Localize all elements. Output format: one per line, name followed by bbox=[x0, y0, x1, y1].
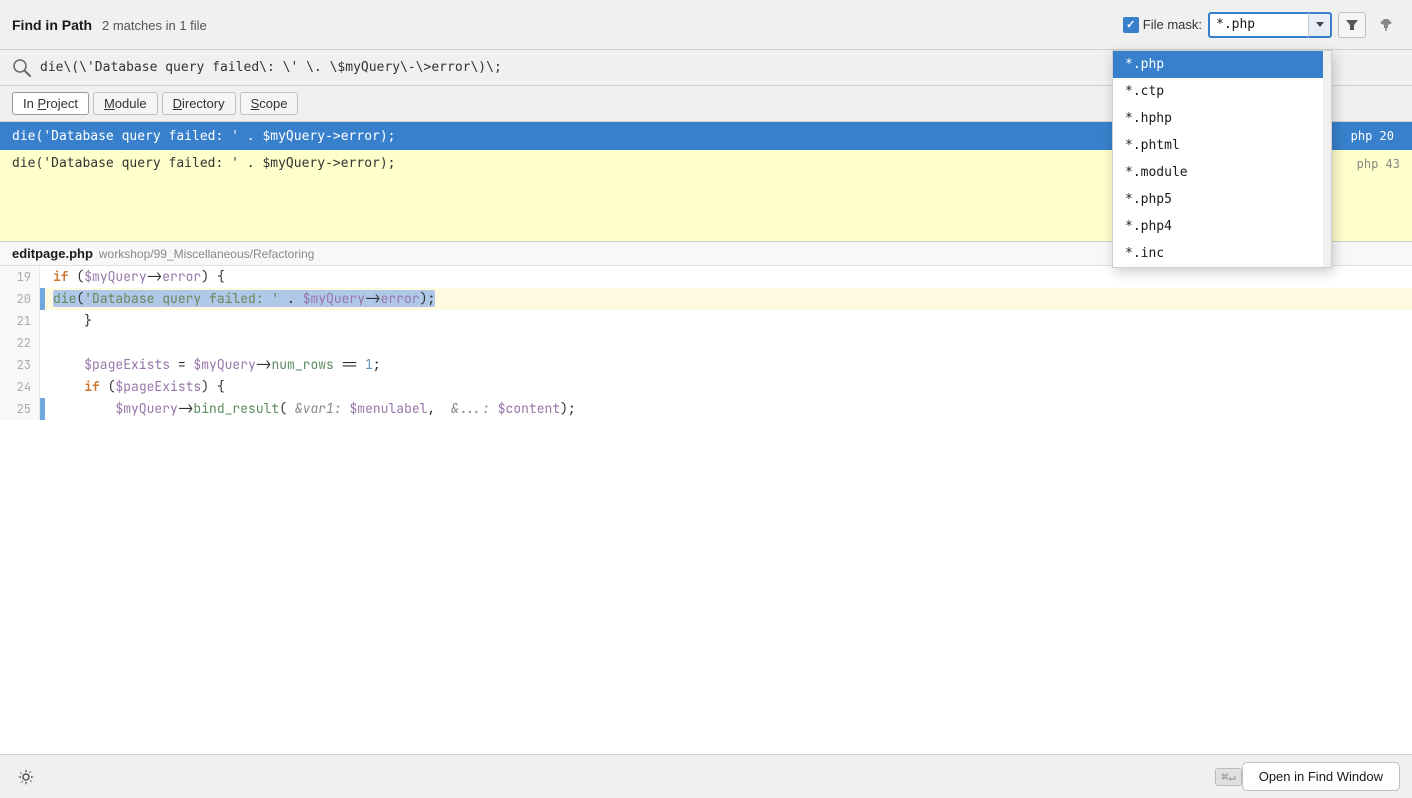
filter-button[interactable] bbox=[1338, 12, 1366, 38]
result-line-label-active: php 20 bbox=[1345, 128, 1400, 144]
code-line: 23 $pageExists = $myQuery->num_rows == 1… bbox=[0, 354, 1412, 376]
file-mask-input-wrapper bbox=[1208, 12, 1332, 38]
code-line: 22 bbox=[0, 332, 1412, 354]
tab-scope[interactable]: Scope bbox=[240, 92, 299, 115]
line-number: 22 bbox=[0, 332, 40, 354]
line-number: 23 bbox=[0, 354, 40, 376]
find-in-path-title: Find in Path 2 matches in 1 file bbox=[12, 17, 207, 33]
title-text: Find in Path bbox=[12, 17, 92, 33]
file-mask-checkbox[interactable] bbox=[1123, 17, 1139, 33]
chevron-down-icon bbox=[1316, 22, 1324, 27]
dropdown-item-php5[interactable]: *.php5 bbox=[1113, 186, 1331, 213]
dropdown-item-module[interactable]: *.module bbox=[1113, 159, 1331, 186]
line-number: 25 bbox=[0, 398, 40, 420]
line-code bbox=[45, 332, 1412, 354]
result-text: die('Database query failed: ' . $myQuery… bbox=[12, 129, 396, 144]
tab-module[interactable]: Module bbox=[93, 92, 158, 115]
result-text: die('Database query failed: ' . $myQuery… bbox=[12, 156, 396, 171]
line-code: if ($myQuery->error) { bbox=[45, 266, 1412, 288]
breadcrumb-path: workshop/99_Miscellaneous/Refactoring bbox=[99, 247, 314, 261]
code-pane: editpage.php workshop/99_Miscellaneous/R… bbox=[0, 242, 1412, 754]
dropdown-scrollbar[interactable] bbox=[1323, 51, 1331, 267]
main-container: Find in Path 2 matches in 1 file File ma… bbox=[0, 0, 1412, 798]
dropdown-item-php[interactable]: *.php bbox=[1113, 51, 1331, 78]
match-count: 2 matches in 1 file bbox=[102, 18, 207, 33]
file-mask-label: File mask: bbox=[1143, 17, 1202, 32]
line-number: 21 bbox=[0, 310, 40, 332]
code-line: 21 } bbox=[0, 310, 1412, 332]
settings-button[interactable] bbox=[12, 763, 40, 791]
bottom-bar: ⌘↵ Open in Find Window bbox=[0, 754, 1412, 798]
filter-icon bbox=[1345, 18, 1359, 32]
line-code: $myQuery->bind_result( &var1: $menulabel… bbox=[45, 398, 1412, 420]
dropdown-item-php4[interactable]: *.php4 bbox=[1113, 213, 1331, 240]
search-icon bbox=[12, 58, 32, 78]
dropdown-item-phtml[interactable]: *.phtml bbox=[1113, 132, 1331, 159]
code-line: 24 if ($pageExists) { bbox=[0, 376, 1412, 398]
code-line: 20 die('Database query failed: ' . $myQu… bbox=[0, 288, 1412, 310]
dropdown-item-ctp[interactable]: *.ctp bbox=[1113, 78, 1331, 105]
shortcut-label: ⌘↵ bbox=[1215, 768, 1241, 786]
settings-icon bbox=[16, 767, 36, 787]
line-number: 20 bbox=[0, 288, 40, 310]
line-code: } bbox=[45, 310, 1412, 332]
code-line: 19 if ($myQuery->error) { bbox=[0, 266, 1412, 288]
pin-button[interactable] bbox=[1372, 12, 1400, 38]
find-in-path-bar: Find in Path 2 matches in 1 file File ma… bbox=[0, 0, 1412, 50]
file-mask-dropdown-button[interactable] bbox=[1308, 12, 1332, 38]
file-mask-dropdown: *.php *.ctp *.hphp *.phtml *.module *.ph… bbox=[1112, 50, 1332, 268]
result-line-label-inactive: php 43 bbox=[1357, 157, 1400, 171]
line-number: 19 bbox=[0, 266, 40, 288]
shortcut-kbd: ⌘↵ bbox=[1215, 768, 1241, 786]
line-number: 24 bbox=[0, 376, 40, 398]
pin-icon bbox=[1379, 18, 1393, 32]
tab-in-project[interactable]: In Project bbox=[12, 92, 89, 115]
line-code: die('Database query failed: ' . $myQuery… bbox=[45, 288, 1412, 310]
code-editor[interactable]: 19 if ($myQuery->error) { 20 die('Databa… bbox=[0, 266, 1412, 754]
file-mask-checkbox-wrapper: File mask: bbox=[1123, 17, 1202, 33]
line-code: if ($pageExists) { bbox=[45, 376, 1412, 398]
dropdown-item-hphp[interactable]: *.hphp bbox=[1113, 105, 1331, 132]
tab-directory[interactable]: Directory bbox=[162, 92, 236, 115]
open-in-find-window-button[interactable]: Open in Find Window bbox=[1242, 762, 1400, 791]
code-line: 25 $myQuery->bind_result( &var1: $menula… bbox=[0, 398, 1412, 420]
dropdown-item-inc[interactable]: *.inc bbox=[1113, 240, 1331, 267]
file-mask-input[interactable] bbox=[1208, 12, 1308, 38]
line-code: $pageExists = $myQuery->num_rows == 1; bbox=[45, 354, 1412, 376]
breadcrumb-filename: editpage.php bbox=[12, 246, 93, 261]
file-mask-row: File mask: bbox=[1123, 12, 1400, 38]
